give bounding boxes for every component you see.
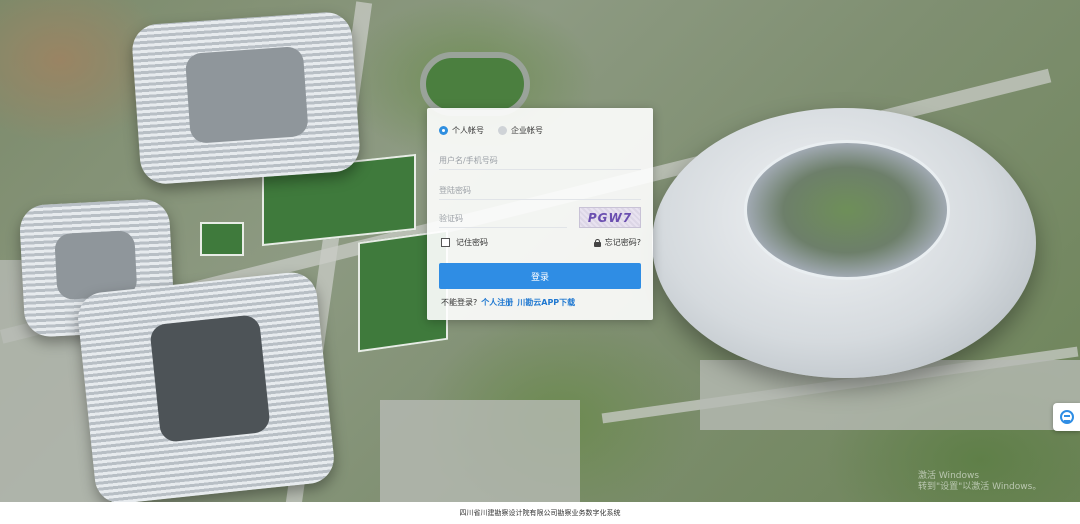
- main-stadium: [652, 108, 1036, 378]
- lock-icon: [593, 238, 601, 247]
- checkbox-icon: [441, 238, 450, 247]
- username-field-row: [439, 148, 641, 171]
- watermark-line-2: 转到"设置"以激活 Windows。: [918, 482, 1042, 492]
- captcha-input[interactable]: [439, 208, 567, 229]
- remember-password-checkbox[interactable]: 记住密码: [441, 237, 488, 248]
- password-input[interactable]: [439, 180, 641, 201]
- personal-register-link[interactable]: 个人注册: [481, 297, 513, 308]
- cannot-login-text: 不能登录?: [441, 298, 478, 307]
- captcha-field-row: [439, 206, 567, 229]
- green-field: [200, 222, 244, 256]
- personal-account-radio[interactable]: 个人帐号: [439, 125, 484, 136]
- login-help-links: 不能登录? 个人注册 川勘云APP下载: [441, 297, 575, 308]
- watermark-line-1: 激活 Windows: [918, 471, 980, 481]
- forgot-password-link[interactable]: 忘记密码?: [593, 237, 641, 248]
- username-input[interactable]: [439, 150, 641, 171]
- footer-company-text: 四川省川建勘察设计院有限公司勘察业务数字化系统: [459, 509, 621, 517]
- app-download-link[interactable]: 川勘云APP下载: [517, 297, 575, 308]
- login-panel: 个人帐号 企业帐号 PGW7 记住密码 忘记密码? 登录 不能登录? 个人注册 …: [427, 108, 653, 320]
- arena-building: [130, 10, 362, 186]
- running-track: [420, 52, 530, 116]
- login-button[interactable]: 登录: [439, 263, 641, 289]
- account-type-selector: 个人帐号 企业帐号: [439, 125, 557, 136]
- password-field-row: [439, 178, 641, 201]
- refresh-icon: [1059, 410, 1074, 424]
- radio-selected-icon: [439, 126, 448, 135]
- floating-service-button[interactable]: [1053, 403, 1080, 431]
- forgot-password-label: 忘记密码?: [604, 238, 641, 247]
- windows-activation-watermark: 激活 Windows 转到"设置"以激活 Windows。: [918, 471, 1041, 493]
- remember-password-label: 记住密码: [456, 238, 488, 247]
- personal-account-label: 个人帐号: [452, 126, 484, 135]
- footer: 四川省川建勘察设计院有限公司勘察业务数字化系统: [0, 502, 1080, 524]
- enterprise-account-label: 企业帐号: [511, 126, 543, 135]
- plaza: [380, 400, 580, 502]
- enterprise-account-radio[interactable]: 企业帐号: [498, 125, 543, 136]
- captcha-image[interactable]: PGW7: [579, 207, 641, 228]
- arena-building: [75, 270, 337, 502]
- radio-unselected-icon: [498, 126, 507, 135]
